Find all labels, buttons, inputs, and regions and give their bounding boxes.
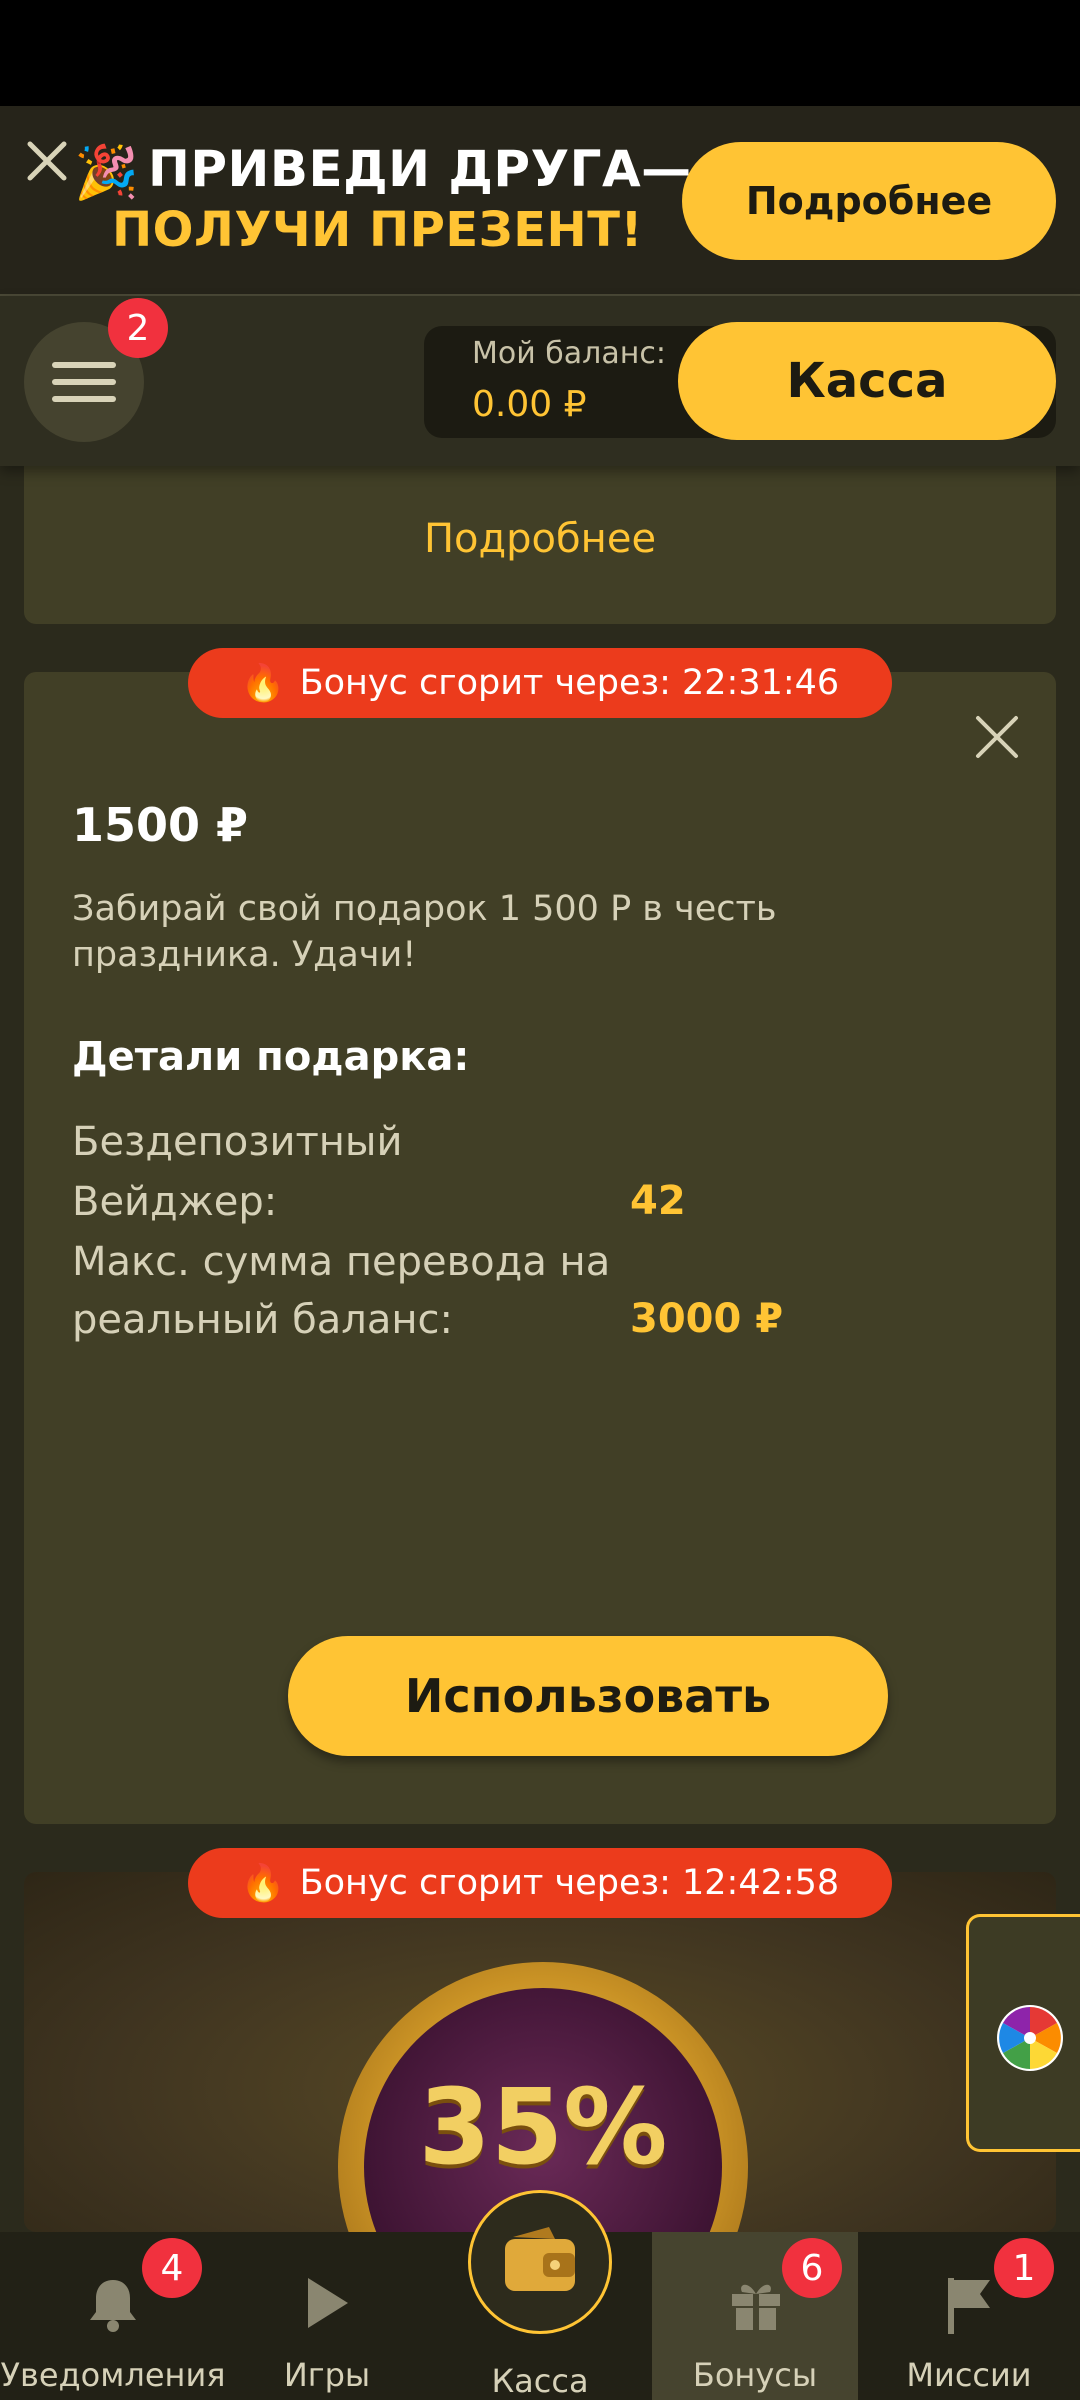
detail-wager-value: 42 [630, 1178, 686, 1224]
nav-label: Игры [283, 2356, 371, 2394]
nav-label: Уведомления [0, 2356, 226, 2394]
missions-badge: 1 [994, 2238, 1054, 2298]
detail-max-label-2: реальный баланс: [72, 1297, 453, 1343]
notifications-badge: 4 [142, 2238, 202, 2298]
fortune-wheel-tab[interactable] [966, 1914, 1080, 2152]
hamburger-icon [52, 362, 116, 368]
wallet-icon [505, 2227, 575, 2291]
flag-icon [948, 2278, 990, 2334]
kassa-button[interactable]: Касса [678, 322, 1056, 440]
details-title: Детали подарка: [72, 1034, 470, 1080]
balance-label: Мой баланс: [472, 336, 666, 371]
nav-label: Бонусы [692, 2356, 818, 2394]
previous-bonus-card: Подробнее [24, 440, 1056, 624]
nav-games[interactable]: Игры [226, 2232, 428, 2400]
bonus-description: Забирай свой подарок 1 500 Р в честь пра… [72, 889, 777, 975]
bonus-timer-badge: 🔥 Бонус сгорит через: 22:31:46 [188, 648, 892, 718]
more-link[interactable]: Подробнее [24, 516, 1056, 562]
detail-wager-label: Вейджер: [72, 1179, 278, 1225]
detail-max-value: 3000 ₽ [630, 1296, 784, 1342]
close-icon[interactable] [22, 136, 72, 186]
bonus-amount: 1500 ₽ [72, 798, 249, 852]
bell-icon [90, 2280, 136, 2332]
play-icon [308, 2278, 348, 2328]
detail-max-label: Макс. сумма перевода на [72, 1239, 611, 1285]
promo-more-button[interactable]: Подробнее [682, 142, 1056, 260]
bonuses-badge: 6 [782, 2238, 842, 2298]
bonus-card: 1500 ₽ Забирай свой подарок 1 500 Р в че… [24, 672, 1056, 1824]
menu-badge: 2 [108, 298, 168, 358]
close-icon[interactable] [972, 712, 1022, 762]
timer-text: Бонус сгорит через: 22:31:46 [299, 663, 840, 703]
party-popper-icon: 🎉 [74, 143, 139, 203]
top-header: 2 Мой баланс: 0.00 ₽ Касса [0, 296, 1080, 466]
use-bonus-button[interactable]: Использовать [288, 1636, 888, 1756]
promo-subtitle: ПОЛУЧИ ПРЕЗЕНТ! [112, 202, 643, 258]
gift-icon [732, 2284, 780, 2330]
bonus-card-35: 35% [24, 1872, 1056, 2232]
bonus-timer-badge-2: 🔥 Бонус сгорит через: 12:42:58 [188, 1848, 892, 1918]
nav-label: Касса [491, 2362, 589, 2400]
referral-promo-banner: 🎉 ПРИВЕДИ ДРУГА— ПОЛУЧИ ПРЕЗЕНТ! Подробн… [0, 106, 1080, 296]
hamburger-icon-bar [52, 396, 116, 402]
fortune-wheel-icon [997, 2005, 1063, 2071]
bonus-percent: 35% [418, 2066, 668, 2188]
nav-label: Миссии [906, 2356, 1032, 2394]
fire-icon: 🔥 [240, 663, 286, 704]
detail-type-label: Бездепозитный [72, 1119, 403, 1165]
timer-text-2: Бонус сгорит через: 12:42:58 [299, 1863, 840, 1903]
promo-title: ПРИВЕДИ ДРУГА— [148, 140, 692, 198]
hamburger-icon-bar [52, 379, 116, 385]
kassa-wallet-button[interactable] [468, 2190, 612, 2334]
fire-icon: 🔥 [240, 1863, 286, 1904]
status-bar [0, 0, 1080, 106]
balance-value: 0.00 ₽ [472, 384, 587, 425]
